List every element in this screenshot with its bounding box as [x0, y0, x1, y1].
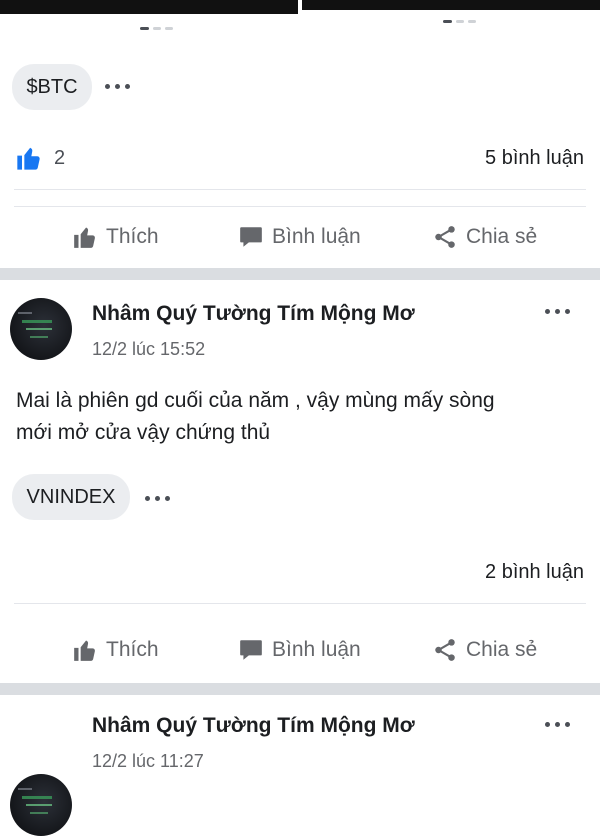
thumbs-up-icon: [74, 640, 95, 661]
post-divider: [0, 268, 600, 280]
thumbs-up-icon: [17, 147, 40, 170]
separator: [14, 189, 586, 190]
avatar[interactable]: [10, 774, 72, 836]
more-icon[interactable]: [145, 496, 170, 501]
hashtag-pill[interactable]: VNINDEX: [12, 474, 130, 520]
carousel-image-right[interactable]: [302, 0, 600, 10]
hashtag-label: VNINDEX: [26, 485, 116, 508]
comment-count[interactable]: 2 bình luận: [485, 561, 584, 584]
like-label: Thích: [106, 225, 159, 248]
share-label: Chia sẻ: [466, 638, 538, 661]
post-text-line: mới mở cửa vậy chứng thủ: [16, 421, 271, 444]
comment-count[interactable]: 5 bình luận: [485, 147, 584, 170]
post-text: Mai là phiên gd cuối của năm , vậy mùng …: [16, 385, 586, 449]
more-icon[interactable]: [545, 722, 570, 727]
share-button[interactable]: Chia sẻ: [432, 224, 537, 250]
post-text-line: Mai là phiên gd cuối của năm , vậy mùng …: [16, 389, 495, 412]
more-icon[interactable]: [545, 309, 570, 314]
post-timestamp[interactable]: 12/2 lúc 11:27: [92, 751, 204, 772]
more-icon[interactable]: [105, 84, 130, 89]
author-name[interactable]: Nhâm Quý Tường Tím Mộng Mơ: [92, 714, 415, 738]
carousel-image-left[interactable]: [0, 0, 298, 14]
avatar[interactable]: [10, 298, 72, 360]
thumbs-up-icon: [74, 227, 95, 248]
post-divider: [0, 683, 600, 695]
comment-label: Bình luận: [272, 225, 361, 248]
share-label: Chia sẻ: [466, 225, 538, 248]
speech-bubble-icon: [240, 640, 262, 660]
post-timestamp[interactable]: 12/2 lúc 15:52: [92, 339, 205, 360]
comment-button[interactable]: Bình luận: [238, 224, 361, 250]
separator: [14, 603, 586, 604]
reaction-summary[interactable]: 2: [14, 144, 65, 172]
hashtag-pill[interactable]: $BTC: [12, 64, 92, 110]
speech-bubble-icon: [240, 227, 262, 247]
comment-button[interactable]: Bình luận: [238, 637, 361, 663]
carousel-indicator-left: [140, 27, 173, 30]
author-name[interactable]: Nhâm Quý Tường Tím Mộng Mơ: [92, 302, 415, 326]
hashtag-label: $BTC: [26, 75, 78, 98]
comment-label: Bình luận: [272, 638, 361, 661]
like-count: 2: [54, 146, 66, 169]
carousel-indicator-right: [443, 20, 476, 23]
like-button[interactable]: Thích: [72, 224, 159, 250]
like-button[interactable]: Thích: [72, 637, 159, 663]
like-label: Thích: [106, 638, 159, 661]
share-button[interactable]: Chia sẻ: [432, 637, 537, 663]
share-icon: [435, 639, 455, 661]
share-icon: [435, 226, 455, 248]
separator: [14, 206, 586, 207]
